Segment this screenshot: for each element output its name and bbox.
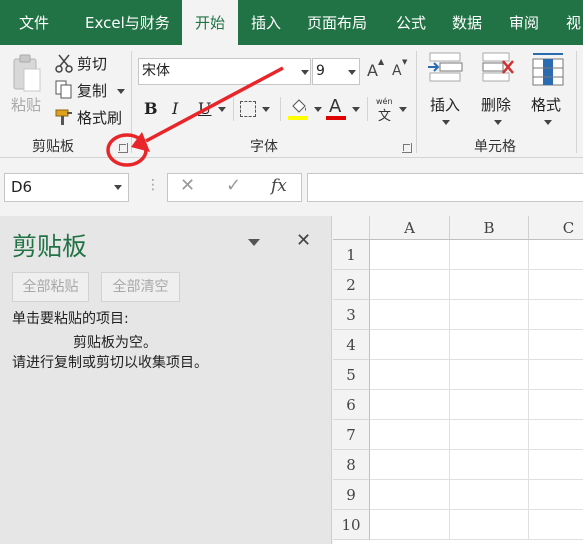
annotation-circle (106, 133, 148, 167)
annotation-overlay (106, 66, 284, 167)
annotation-arrow (145, 66, 284, 143)
